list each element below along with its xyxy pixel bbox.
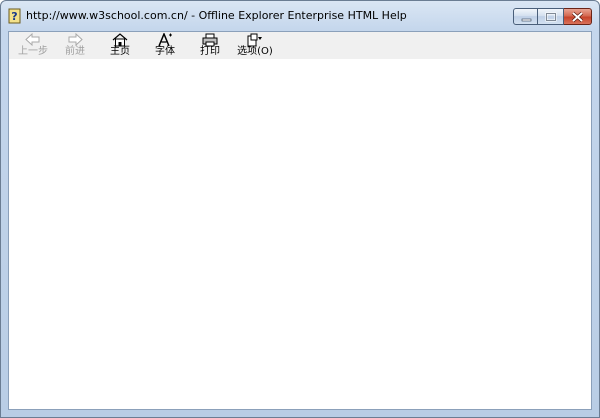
- window-title: http://www.w3school.com.cn/ - Offline Ex…: [26, 9, 407, 22]
- svg-text:?: ?: [11, 10, 17, 23]
- print-button[interactable]: 打印: [190, 32, 230, 59]
- font-icon: [158, 33, 172, 47]
- font-label: 字体: [155, 46, 175, 57]
- back-arrow-icon: [25, 33, 40, 46]
- home-icon: [112, 33, 128, 47]
- client-area: 上一步 前进 主页 字体 打印 选项(O): [8, 31, 592, 410]
- maximize-button[interactable]: [538, 8, 564, 25]
- back-label: 上一步: [18, 46, 48, 57]
- forward-label: 前进: [65, 46, 85, 57]
- print-label: 打印: [200, 46, 220, 57]
- toolbar: 上一步 前进 主页 字体 打印 选项(O): [9, 32, 591, 59]
- help-window: ? http://www.w3school.com.cn/ - Offline …: [0, 0, 600, 418]
- forward-button[interactable]: 前进: [55, 32, 95, 59]
- printer-icon: [202, 33, 218, 47]
- minimize-button[interactable]: [513, 8, 538, 25]
- help-content-pane[interactable]: [9, 59, 591, 409]
- font-button[interactable]: 字体: [145, 32, 185, 59]
- options-icon: [247, 33, 262, 47]
- home-button[interactable]: 主页: [100, 32, 140, 59]
- help-icon: ?: [8, 8, 21, 24]
- title-bar[interactable]: ? http://www.w3school.com.cn/ - Offline …: [1, 1, 599, 31]
- back-button[interactable]: 上一步: [13, 32, 53, 59]
- home-label: 主页: [110, 46, 130, 57]
- minimize-icon: [521, 18, 532, 22]
- close-button[interactable]: [564, 8, 592, 25]
- options-label: 选项(O): [237, 46, 273, 57]
- forward-arrow-icon: [68, 33, 83, 46]
- options-button[interactable]: 选项(O): [235, 32, 275, 59]
- restore-icon: [545, 12, 557, 22]
- close-icon: [571, 11, 584, 23]
